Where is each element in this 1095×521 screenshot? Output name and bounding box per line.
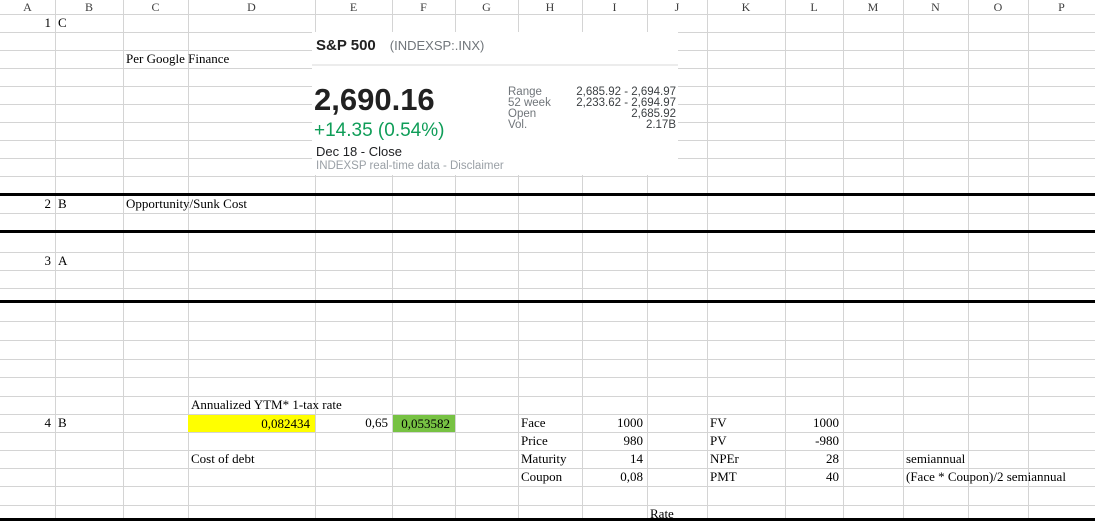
cell-annualized-ytm-label[interactable]: Annualized YTM* 1-tax rate bbox=[191, 396, 342, 414]
cell-face-label[interactable]: Face bbox=[521, 414, 546, 432]
gridline-horizontal bbox=[0, 396, 1095, 397]
gridline-horizontal bbox=[0, 321, 1095, 322]
cell-price-value[interactable]: 980 bbox=[582, 432, 643, 450]
cell-question4-answer[interactable]: B bbox=[58, 414, 67, 432]
column-header-o[interactable]: O bbox=[968, 0, 1028, 14]
cell-question1-answer[interactable]: C bbox=[58, 14, 67, 32]
gridline-horizontal bbox=[0, 176, 1095, 177]
gridline-horizontal bbox=[0, 270, 1095, 271]
cell-face-value[interactable]: 1000 bbox=[582, 414, 643, 432]
column-header-k[interactable]: K bbox=[707, 0, 785, 14]
gridline-horizontal bbox=[0, 288, 1095, 289]
cell-nper-value[interactable]: 28 bbox=[785, 450, 839, 468]
finance-card[interactable]: S&P 500 (INDEXSP:.INX) 2,690.16 +14.35 (0… bbox=[312, 32, 678, 175]
gridline-vertical bbox=[123, 0, 124, 521]
column-header-i[interactable]: I bbox=[582, 0, 647, 14]
cell-cost-of-debt-label[interactable]: Cost of debt bbox=[191, 450, 255, 468]
column-header-d[interactable]: D bbox=[188, 0, 315, 14]
stat-value: 2.17B bbox=[646, 120, 676, 131]
column-header-h[interactable]: H bbox=[518, 0, 582, 14]
column-header-l[interactable]: L bbox=[785, 0, 843, 14]
column-header-e[interactable]: E bbox=[315, 0, 392, 14]
cell-maturity-value[interactable]: 14 bbox=[582, 450, 643, 468]
cell-coupon-value[interactable]: 0,08 bbox=[582, 468, 643, 486]
cell-pv-value[interactable]: -980 bbox=[785, 432, 839, 450]
gridline-vertical bbox=[707, 0, 708, 521]
section-border bbox=[0, 300, 1095, 303]
cell-question3-answer[interactable]: A bbox=[58, 252, 67, 270]
cell-coupon-label[interactable]: Coupon bbox=[521, 468, 562, 486]
column-header-m[interactable]: M bbox=[843, 0, 903, 14]
cell-question4-number[interactable]: 4 bbox=[0, 414, 51, 432]
gridline-vertical bbox=[188, 0, 189, 521]
quote-stats: Range 2,685.92 - 2,694.97 52 week 2,233.… bbox=[508, 87, 676, 131]
column-header-j[interactable]: J bbox=[647, 0, 707, 14]
stock-price-change: +14.35 (0.54%) bbox=[314, 120, 444, 142]
gridline-horizontal bbox=[0, 213, 1095, 214]
cell-semiannual-note[interactable]: semiannual bbox=[906, 450, 965, 468]
quote-date: Dec 18 - Close bbox=[316, 144, 402, 159]
column-header-a[interactable]: A bbox=[0, 0, 55, 14]
cell-after-tax-cost-highlighted[interactable]: 0,053582 bbox=[393, 415, 455, 432]
gridline-vertical bbox=[968, 0, 969, 521]
finance-card-title: S&P 500 bbox=[316, 37, 376, 54]
column-header-c[interactable]: C bbox=[123, 0, 188, 14]
cell-pmt-formula-note[interactable]: (Face * Coupon)/2 semiannual bbox=[906, 468, 1066, 486]
cell-pmt-label[interactable]: PMT bbox=[710, 468, 737, 486]
gridline-vertical bbox=[55, 0, 56, 521]
finance-card-header: S&P 500 (INDEXSP:.INX) bbox=[316, 37, 484, 55]
gridline-horizontal bbox=[0, 505, 1095, 506]
gridline-horizontal bbox=[0, 14, 1095, 15]
gridline-vertical bbox=[843, 0, 844, 521]
gridline-horizontal bbox=[0, 252, 1095, 253]
finance-card-ticker: (INDEXSP:.INX) bbox=[390, 38, 485, 53]
cell-question3-number[interactable]: 3 bbox=[0, 252, 51, 270]
section-border bbox=[0, 230, 1095, 233]
cell-per-google-finance[interactable]: Per Google Finance bbox=[126, 50, 229, 68]
column-header-f[interactable]: F bbox=[392, 0, 455, 14]
cell-pv-label[interactable]: PV bbox=[710, 432, 727, 450]
quote-disclaimer: INDEXSP real-time data - Disclaimer bbox=[316, 160, 504, 172]
cell-price-label[interactable]: Price bbox=[521, 432, 548, 450]
gridline-horizontal bbox=[0, 414, 1095, 415]
gridline-horizontal bbox=[0, 486, 1095, 487]
gridline-horizontal bbox=[0, 340, 1095, 341]
finance-card-divider bbox=[312, 64, 678, 66]
cell-opportunity-sunk-cost[interactable]: Opportunity/Sunk Cost bbox=[126, 195, 247, 213]
cell-question1-number[interactable]: 1 bbox=[0, 14, 51, 32]
spreadsheet: ABCDEFGHIJKLMNOP 1 C Per Google Finance … bbox=[0, 0, 1095, 521]
column-header-g[interactable]: G bbox=[455, 0, 518, 14]
stock-price: 2,690.16 bbox=[314, 82, 435, 118]
gridline-vertical bbox=[1028, 0, 1029, 521]
gridline-horizontal bbox=[0, 359, 1095, 360]
cell-fv-value[interactable]: 1000 bbox=[785, 414, 839, 432]
cell-maturity-label[interactable]: Maturity bbox=[521, 450, 567, 468]
cell-pmt-value[interactable]: 40 bbox=[785, 468, 839, 486]
cell-nper-label[interactable]: NPEr bbox=[710, 450, 739, 468]
stat-row-volume: Vol. 2.17B bbox=[508, 120, 676, 131]
cell-ytm-value-highlighted[interactable]: 0,082434 bbox=[188, 415, 315, 432]
gridline-horizontal bbox=[0, 377, 1095, 378]
column-header-b[interactable]: B bbox=[55, 0, 123, 14]
cell-question2-answer[interactable]: B bbox=[58, 195, 67, 213]
cell-fv-label[interactable]: FV bbox=[710, 414, 727, 432]
section-border bbox=[0, 193, 1095, 196]
column-header-n[interactable]: N bbox=[903, 0, 968, 14]
cell-one-minus-tax[interactable]: 0,65 bbox=[315, 414, 388, 432]
cell-question2-number[interactable]: 2 bbox=[0, 195, 51, 213]
stat-label: Vol. bbox=[508, 120, 527, 131]
column-header-p[interactable]: P bbox=[1028, 0, 1095, 14]
gridline-vertical bbox=[903, 0, 904, 521]
